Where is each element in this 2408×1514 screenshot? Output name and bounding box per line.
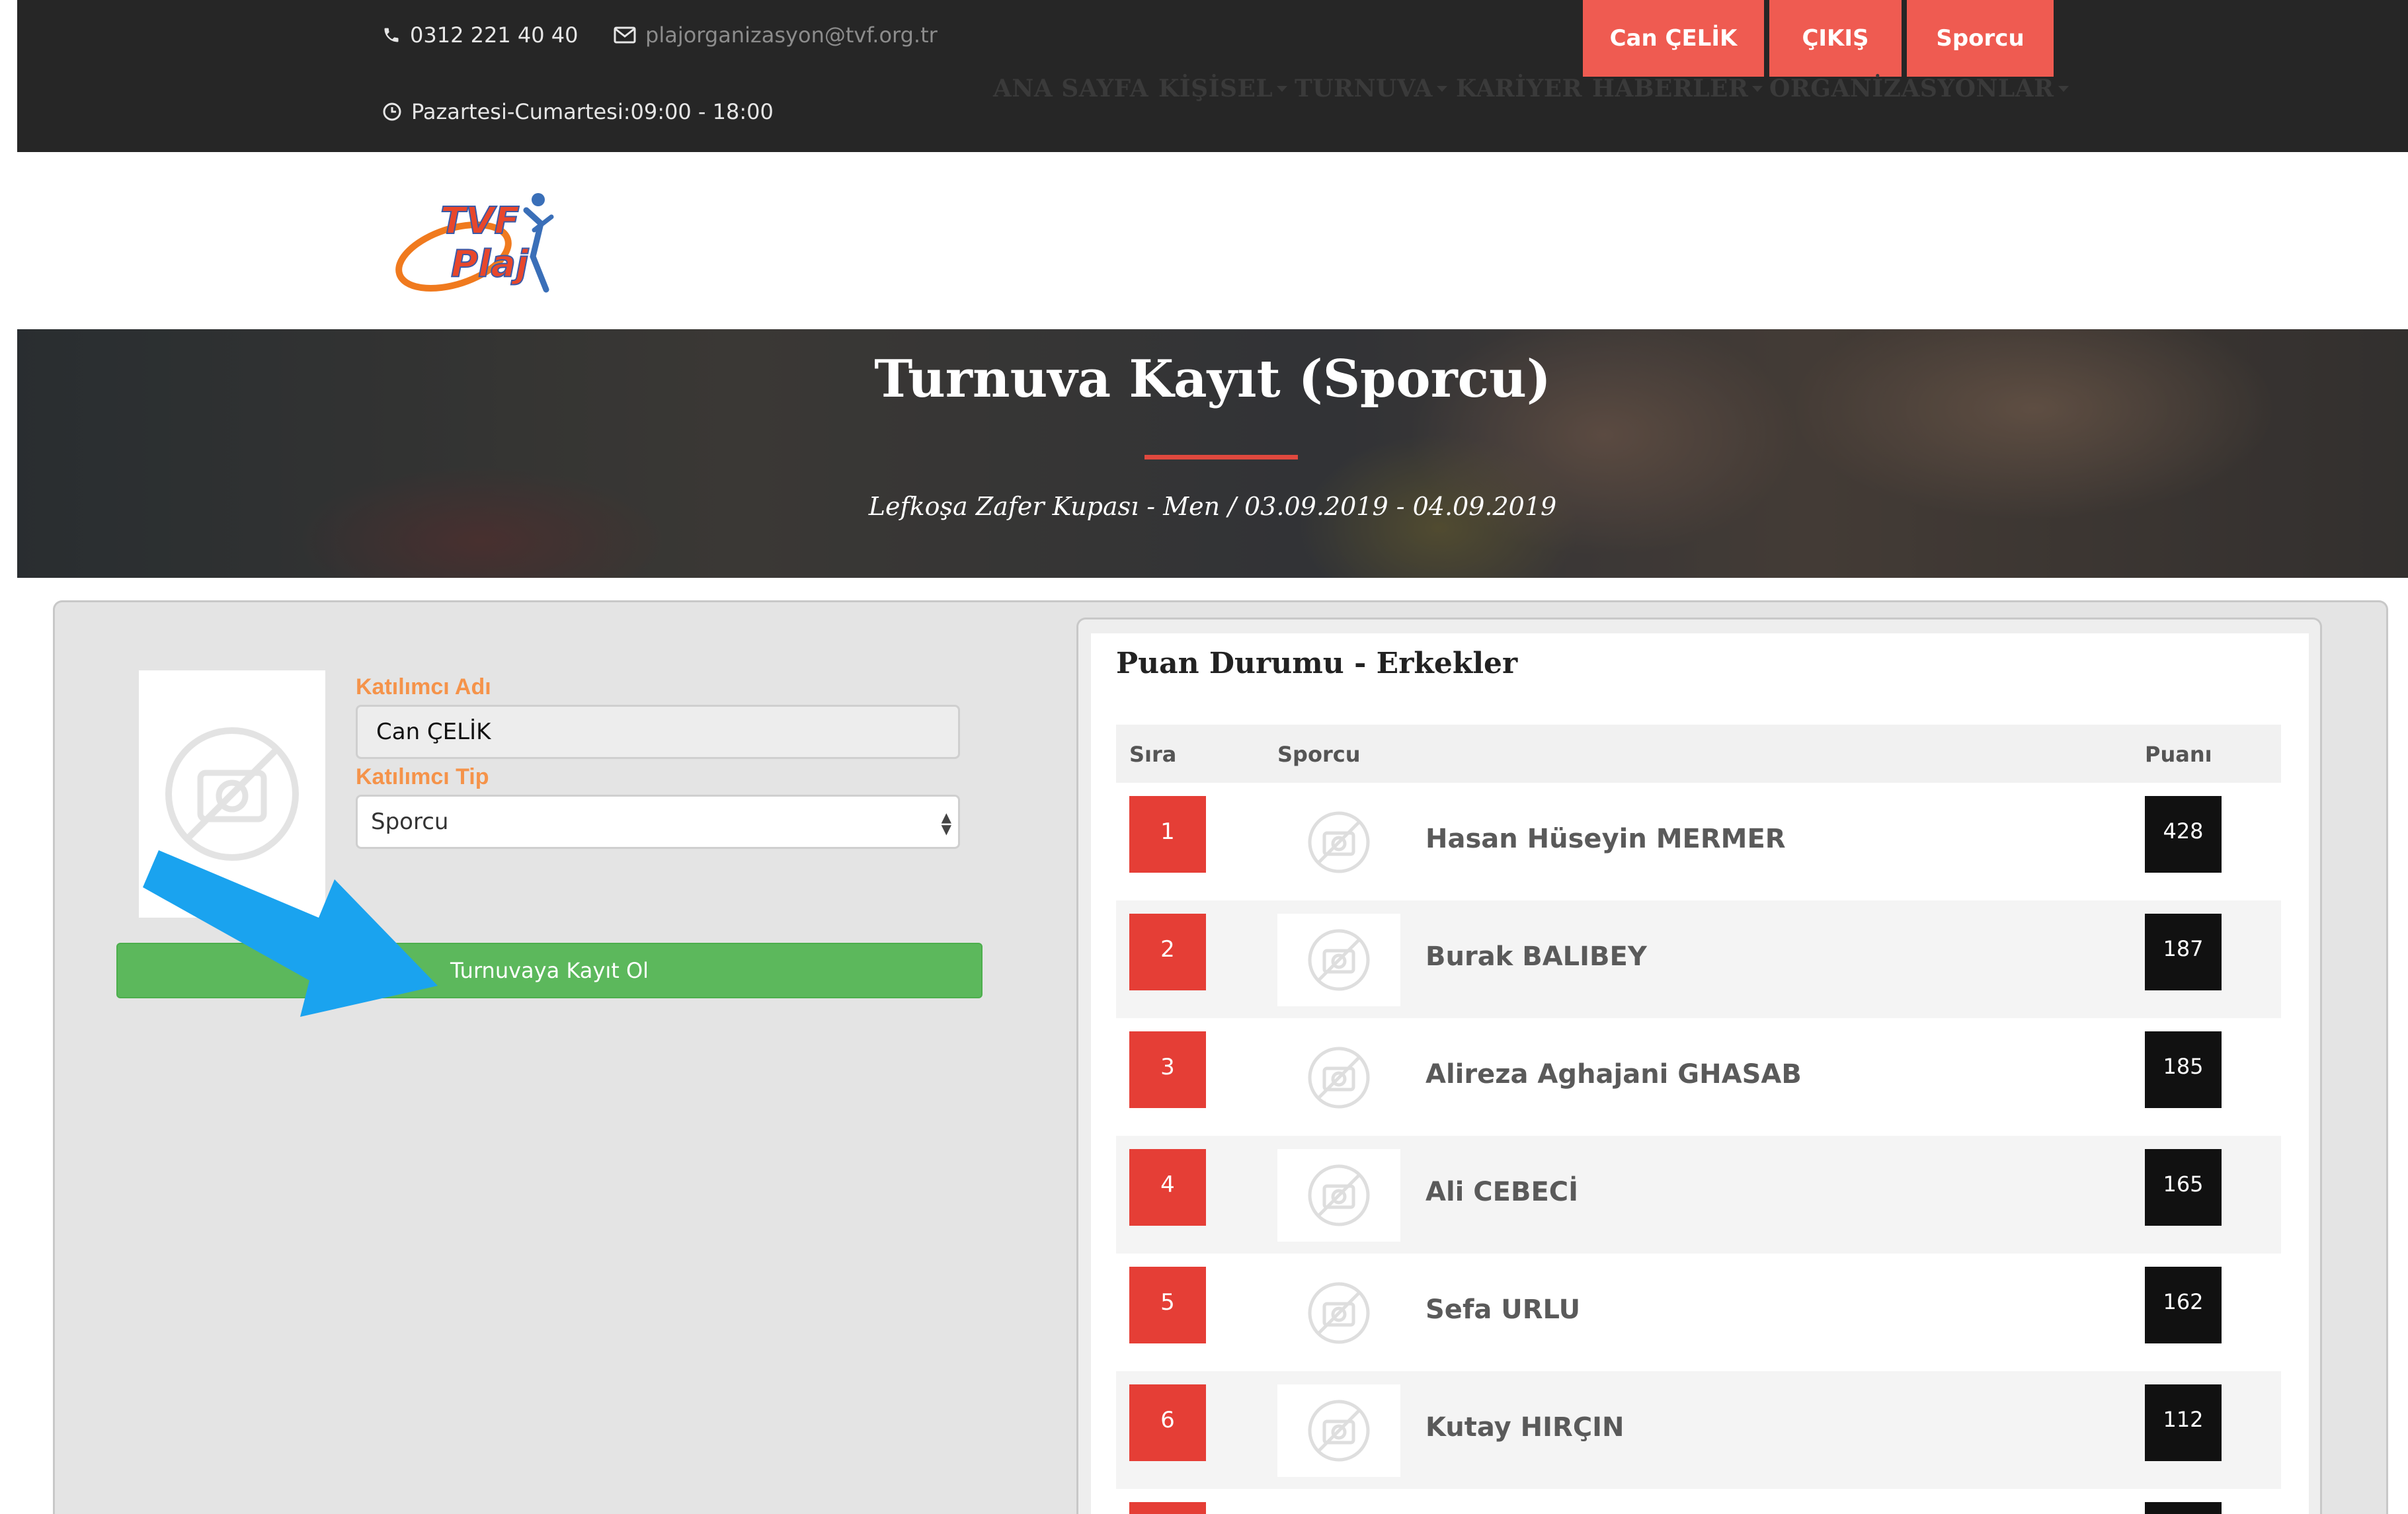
standings-title: Puan Durumu - Erkekler (1116, 647, 1518, 680)
athlete-name[interactable]: Kutay HIRÇIN (1425, 1412, 1625, 1443)
standings-header: Sıra Sporcu Puanı (1116, 725, 2281, 783)
nav-personal[interactable]: KİŞİSEL (1158, 0, 1288, 177)
annotation-arrow-icon (143, 850, 438, 1017)
athlete-name[interactable]: Sefa URLU (1425, 1295, 1580, 1325)
nav-home-label[interactable]: ANA SAYFA (993, 75, 1148, 102)
rank-badge: 2 (1129, 914, 1206, 990)
athlete-photo (1277, 1384, 1400, 1477)
hours-text: Pazartesi-Cumartesi:09:00 - 18:00 (411, 99, 774, 124)
phone-icon (384, 28, 399, 42)
rank-badge (1129, 1502, 1206, 1514)
no-photo-icon (1308, 1282, 1370, 1344)
participant-type-select[interactable]: Sporcu ▲ ▼ (356, 795, 960, 849)
nav-tournament-label[interactable]: TURNUVA (1295, 75, 1433, 102)
phone-number: 0312 221 40 40 (410, 22, 579, 48)
points-badge: 187 (2145, 914, 2222, 990)
rank-badge: 5 (1129, 1267, 1206, 1343)
no-photo-icon (1308, 1400, 1370, 1462)
title-underline (1144, 455, 1298, 459)
athlete-name[interactable]: Ali CEBECİ (1425, 1177, 1578, 1207)
athlete-photo (1277, 1267, 1400, 1359)
athlete-photo (1277, 1149, 1400, 1242)
athlete-name[interactable]: Alireza Aghajani GHASAB (1425, 1059, 1802, 1090)
table-row[interactable]: 6 Kutay HIRÇIN 112 (1116, 1371, 2281, 1489)
athlete-name[interactable]: Hasan Hüseyin MERMER (1425, 824, 1786, 854)
nav-tournament[interactable]: TURNUVA (1295, 0, 1447, 177)
envelope-icon (614, 26, 636, 44)
points-badge: 112 (2145, 1384, 2222, 1461)
page-title: Turnuva Kayıt (Sporcu) (874, 349, 1551, 409)
points-badge: 428 (2145, 796, 2222, 873)
email-address[interactable]: plajorganizasyon@tvf.org.tr (645, 22, 938, 48)
table-row[interactable]: 4 Ali CEBECİ 165 (1116, 1136, 2281, 1254)
chevron-down-icon (1277, 85, 1288, 92)
table-row[interactable]: 3 Alireza Aghajani GHASAB 185 (1116, 1018, 2281, 1136)
nav-news-label[interactable]: HABERLER (1592, 75, 1748, 102)
email-contact[interactable]: plajorganizasyon@tvf.org.tr (614, 22, 938, 48)
participant-name-field[interactable]: Can ÇELİK (356, 705, 960, 759)
opening-hours: Pazartesi-Cumartesi:09:00 - 18:00 (382, 99, 774, 124)
points-badge: 165 (2145, 1149, 2222, 1226)
phone-contact: 0312 221 40 40 (382, 22, 578, 48)
points-badge: 162 (2145, 1267, 2222, 1343)
no-photo-icon (1308, 811, 1370, 873)
points-badge: 185 (2145, 1031, 2222, 1108)
participant-type-value: Sporcu (371, 809, 449, 835)
participant-name-label: Katılımcı Adı (356, 674, 491, 699)
select-arrows-icon: ▲ ▼ (941, 809, 951, 837)
header-athlete: Sporcu (1277, 742, 1361, 767)
rank-badge: 3 (1129, 1031, 1206, 1108)
nav-organizations[interactable]: ORGANİZASYONLAR (1769, 0, 2069, 177)
table-row[interactable]: 5 Sefa URLU 162 (1116, 1254, 2281, 1371)
nav-personal-label[interactable]: KİŞİSEL (1158, 75, 1273, 102)
header-rank: Sıra (1129, 742, 1177, 767)
table-row[interactable]: 2 Burak BALIBEY 187 (1116, 900, 2281, 1018)
rank-badge: 1 (1129, 796, 1206, 873)
athlete-name[interactable]: Burak BALIBEY (1425, 941, 1647, 972)
no-photo-icon (1308, 1164, 1370, 1226)
points-badge (2145, 1502, 2222, 1514)
table-row-partial[interactable] (1116, 1489, 2281, 1514)
athlete-photo (1277, 796, 1400, 889)
nav-news[interactable]: HABERLER (1592, 0, 1763, 177)
rank-badge: 6 (1129, 1384, 1206, 1461)
rank-badge: 4 (1129, 1149, 1206, 1226)
nav-organizations-label[interactable]: ORGANİZASYONLAR (1769, 75, 2054, 102)
no-photo-icon (1308, 929, 1370, 991)
participant-type-label: Katılımcı Tip (356, 764, 489, 789)
chevron-down-icon (1752, 85, 1763, 92)
tvf-plaj-logo[interactable]: TVF Plaj (394, 184, 559, 303)
logo-text-tvf: TVF (440, 200, 520, 243)
main-navbar: TVF Plaj (17, 152, 2408, 329)
tournament-subtitle: Lefkoşa Zafer Kupası - Men / 03.09.2019 … (868, 492, 1557, 521)
nav-career[interactable]: KARİYER (1456, 0, 1582, 177)
athlete-photo (1277, 1031, 1400, 1124)
nav-home[interactable]: ANA SAYFA (993, 0, 1148, 177)
no-photo-icon (165, 727, 299, 861)
header-points: Puanı (2145, 742, 2212, 767)
table-row[interactable]: 1 Hasan Hüseyin MERMER 428 (1116, 783, 2281, 900)
no-photo-icon (1308, 1047, 1370, 1109)
logo-text-plaj: Plaj (451, 243, 529, 286)
chevron-down-icon (2058, 85, 2069, 92)
hero-banner: Turnuva Kayıt (Sporcu) Lefkoşa Zafer Kup… (17, 329, 2408, 578)
chevron-down-icon (1436, 85, 1447, 92)
clock-icon (383, 102, 401, 121)
nav-career-label[interactable]: KARİYER (1456, 75, 1582, 102)
athlete-photo (1277, 914, 1400, 1006)
